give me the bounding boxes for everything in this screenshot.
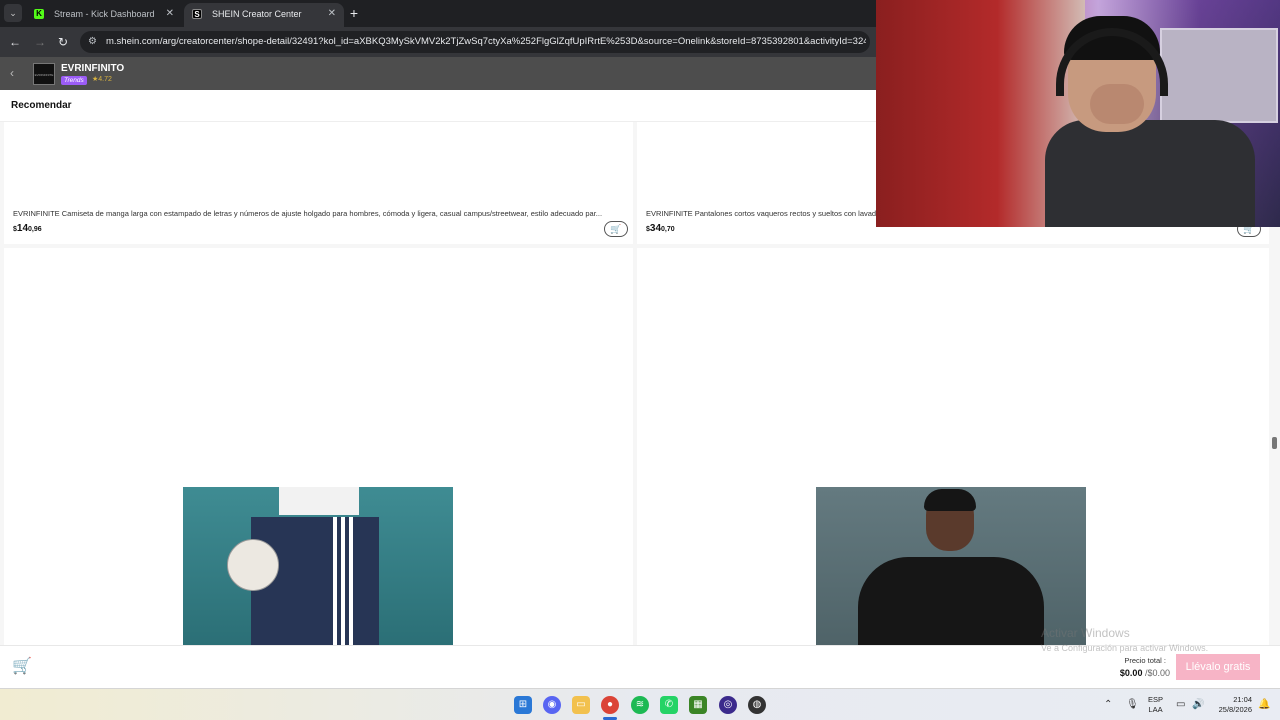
cart-icon[interactable]: 🛒 [12, 658, 32, 676]
windows-activation-watermark: Activar Windows [1041, 626, 1130, 640]
screen: ⌄ K Stream - Kick Dashboard ✕ S SHEIN Cr… [0, 0, 1280, 720]
windows-start-icon[interactable]: ⊞ [514, 696, 532, 714]
url-text: m.shein.com/arg/creatorcenter/shope-deta… [106, 36, 866, 47]
browser-tab-kick[interactable]: K Stream - Kick Dashboard ✕ [26, 3, 182, 27]
product-price: $340,70 [646, 223, 675, 234]
streamer-body [1045, 120, 1255, 227]
total-price-value: $0.00 /$0.00 [1119, 668, 1170, 678]
store-name: EVRINFINITO [61, 63, 125, 74]
discord-icon[interactable]: ◉ [543, 696, 561, 714]
forward-arrow-icon[interactable]: → [32, 34, 48, 50]
browser-tab-label: Stream - Kick Dashboard [54, 9, 155, 19]
tab-search-menu-icon[interactable]: ⌄ [4, 4, 22, 22]
volume-icon[interactable]: 🔊 [1192, 699, 1204, 710]
total-price-label: Precio total : [1124, 656, 1166, 665]
product-image[interactable] [183, 487, 453, 645]
kick-favicon-icon: K [34, 9, 44, 19]
reload-icon[interactable]: ↻ [55, 34, 71, 50]
page-back-arrow-icon[interactable]: ‹ [10, 66, 14, 80]
tab-recomendar[interactable]: Recomendar [11, 100, 72, 111]
site-info-icon[interactable]: ⚙ [88, 36, 100, 48]
chrome-icon[interactable]: ● [601, 696, 619, 714]
close-tab-icon[interactable]: ✕ [328, 3, 336, 25]
obs-icon[interactable]: ◍ [748, 696, 766, 714]
file-explorer-icon[interactable]: ▭ [572, 696, 590, 714]
clock[interactable]: 21:04 25/8/2026 [1212, 695, 1252, 720]
tray-overflow-icon[interactable]: ⌃ [1104, 699, 1112, 710]
shein-favicon-icon: S [192, 9, 202, 19]
product-price: $140,96 [13, 223, 42, 234]
back-arrow-icon[interactable]: ← [7, 34, 23, 50]
product-title: EVRINFINITE Pantalones cortos vaqueros r… [646, 209, 877, 218]
page-scrollbar[interactable] [1272, 437, 1277, 449]
minecraft-icon[interactable]: ▦ [689, 696, 707, 714]
microphone-icon[interactable]: 🎙 [1126, 699, 1139, 710]
product-title: EVRINFINITE Camiseta de manga larga con … [13, 209, 603, 218]
browser-tab-shein[interactable]: S SHEIN Creator Center ✕ [184, 3, 344, 27]
product-image[interactable] [816, 487, 1086, 645]
notifications-icon[interactable]: 🔔 [1258, 699, 1270, 710]
store-rating: ★4.72 [92, 76, 112, 83]
basketball [227, 539, 279, 591]
llevalo-gratis-button[interactable]: Llévalo gratis [1176, 654, 1260, 680]
language-indicator[interactable]: ESP LAA [1148, 695, 1163, 720]
close-tab-icon[interactable]: ✕ [166, 3, 174, 25]
store-logo: EVRINFINITE [33, 63, 55, 85]
windows-taskbar: ⊞ ◉ ▭ ● ≋ ✆ ▦ ◎ ◍ ⌃ 🎙 ESP LAA ▭ 🔊 21:04 … [0, 688, 1280, 720]
add-to-cart-icon[interactable]: 🛒 [604, 221, 628, 237]
product-card[interactable] [4, 248, 633, 645]
app-icon[interactable]: ◎ [719, 696, 737, 714]
browser-tab-label: SHEIN Creator Center [212, 9, 302, 19]
network-icon[interactable]: ▭ [1176, 699, 1185, 710]
windows-activation-hint: Ve a Configuración para activar Windows. [1041, 643, 1209, 653]
new-tab-button[interactable]: + [346, 4, 362, 22]
product-card[interactable] [637, 248, 1269, 645]
wall-posters [1160, 28, 1278, 123]
spotify-icon[interactable]: ≋ [631, 696, 649, 714]
address-bar[interactable]: ⚙ m.shein.com/arg/creatorcenter/shope-de… [80, 31, 870, 53]
product-card[interactable]: EVRINFINITE Camiseta de manga larga con … [4, 122, 633, 244]
store-trends-badge: Trends [61, 76, 87, 85]
whatsapp-icon[interactable]: ✆ [660, 696, 678, 714]
